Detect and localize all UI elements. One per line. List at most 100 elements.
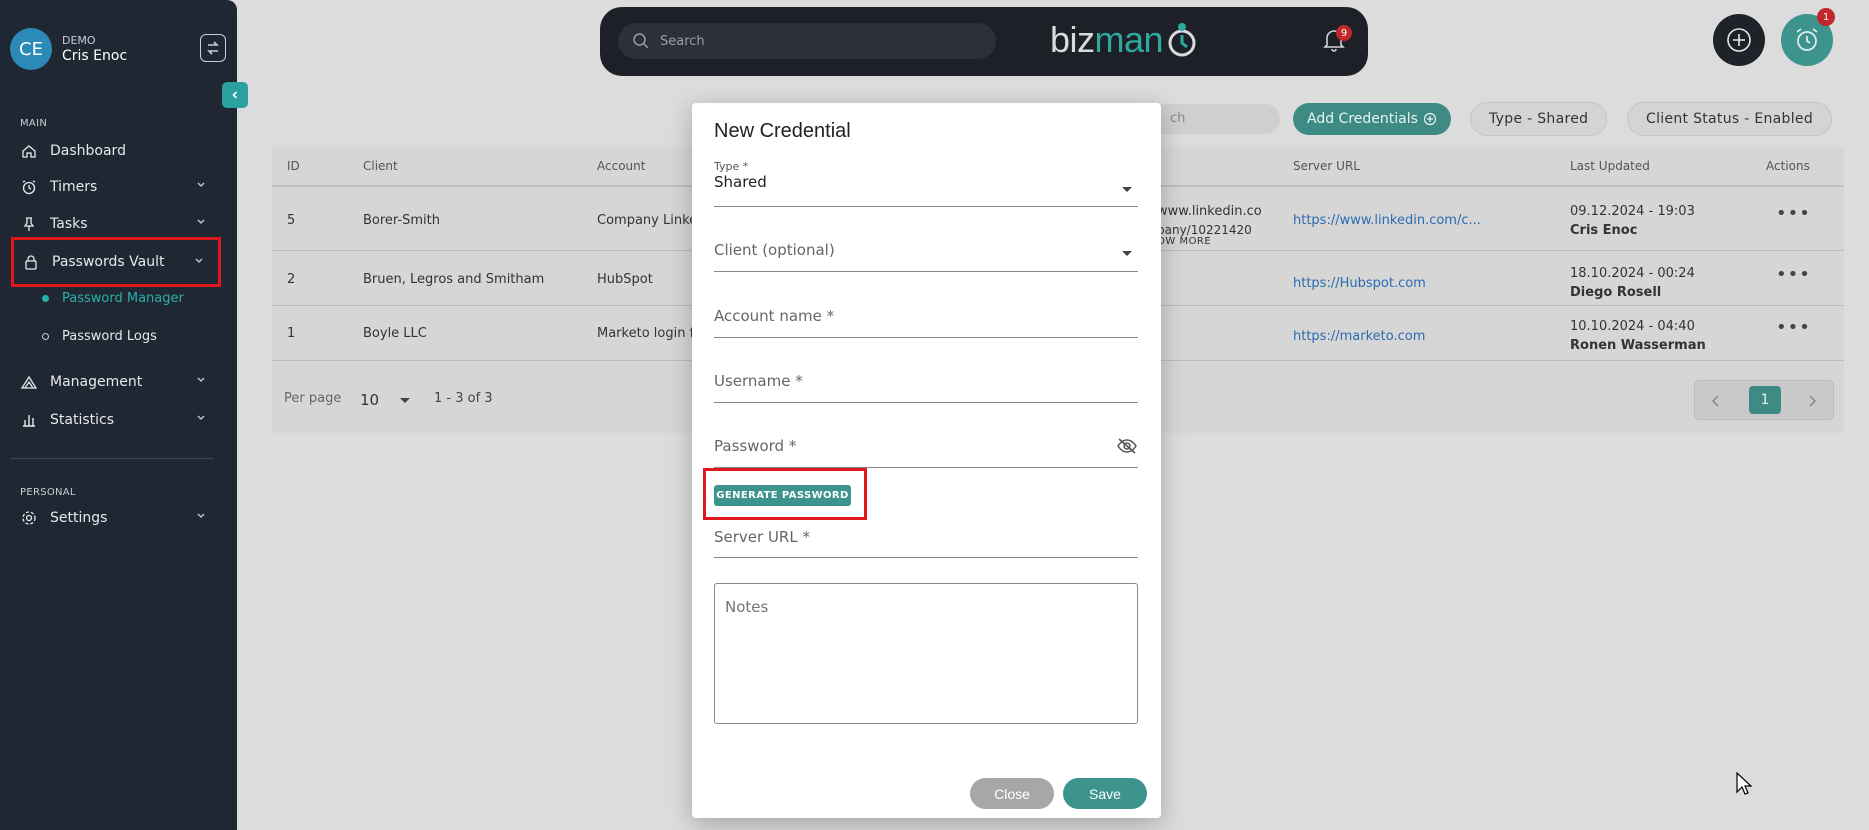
alarm-clock-icon [1796,28,1818,51]
cell-updated-by: Cris Enoc [1570,223,1638,238]
prev-page-icon[interactable] [1711,395,1721,407]
sidebar-item-settings[interactable]: Settings [12,501,220,535]
add-credentials-label: Add Credentials [1307,111,1418,127]
chevron-down-icon [195,258,203,263]
sidebar-item-label: Passwords Vault [52,254,165,270]
gear-icon [20,509,38,527]
password-field[interactable]: Password * [714,437,1138,468]
chevron-down-icon [197,377,205,382]
notes-textarea[interactable] [714,583,1138,724]
section-personal-label: PERSONAL [20,487,76,498]
type-select[interactable]: Type * Shared [714,160,1138,207]
search-icon [633,33,649,49]
type-value: Shared [714,173,767,191]
sidebar-subitem-password-manager[interactable]: Password Manager [42,291,184,306]
row-actions-icon[interactable]: ••• [1776,203,1811,224]
logo-man: man [1094,19,1164,60]
row-actions-icon[interactable]: ••• [1776,317,1811,338]
cell-client: Borer-Smith [363,213,440,228]
sidebar-item-statistics[interactable]: Statistics [12,403,220,437]
avatar[interactable]: CE [10,28,52,70]
account-name-field[interactable]: Account name * [714,307,1138,338]
sidebar-item-label: Dashboard [50,143,126,159]
search-input[interactable] [660,33,960,49]
server-url-field[interactable]: Server URL * [714,528,1138,558]
eye-off-icon[interactable] [1116,437,1138,455]
sidebar-divider [10,458,214,459]
table-search-input[interactable]: ch [1140,104,1280,134]
sidebar-item-tasks[interactable]: Tasks [12,207,220,241]
timer-button[interactable]: 1 [1781,8,1835,66]
cell-date: 10.10.2024 - 04:40 [1570,319,1695,334]
close-button[interactable]: Close [970,778,1054,809]
cell-id: 2 [287,272,296,287]
mouse-cursor-icon [1736,772,1752,795]
cell-account: Marketo login f [597,326,695,341]
cell-server-url[interactable]: https://marketo.com [1293,329,1425,344]
add-button[interactable] [1713,14,1765,66]
collapse-sidebar-button[interactable] [222,82,248,108]
sidebar-item-passwords-vault[interactable]: Passwords Vault [11,237,221,287]
cell-username-line1: www.linkedin.co [1157,204,1262,219]
timer-badge: 1 [1817,8,1835,26]
user-profile[interactable]: CE DEMO Cris Enoc [10,28,127,70]
cell-server-url[interactable]: https://Hubspot.com [1293,276,1426,291]
sidebar-subitem-password-logs[interactable]: Password Logs [42,329,157,344]
sidebar-item-management[interactable]: Management [12,365,220,399]
chevron-left-icon [232,91,238,99]
header-server-url[interactable]: Server URL [1293,159,1360,173]
timer-icon [20,178,38,196]
subitem-label: Password Logs [62,329,157,344]
new-credential-modal: New Credential Type * Shared Client (opt… [692,103,1161,818]
client-status-filter-pill[interactable]: Client Status - Enabled [1627,102,1833,136]
sidebar-item-label: Management [50,374,143,390]
header-client[interactable]: Client [363,159,398,173]
per-page-label: Per page [284,391,342,406]
username-placeholder: Username * [714,372,803,390]
bizman-logo[interactable]: biz man [1050,19,1199,61]
type-label: Type * [714,160,749,173]
notifications-button[interactable]: 9 [1322,25,1352,57]
pagination-range: 1 - 3 of 3 [434,391,493,406]
sidebar-item-timers[interactable]: Timers [12,170,220,204]
modal-title: New Credential [714,120,851,142]
server-url-placeholder: Server URL * [714,528,810,546]
client-select[interactable]: Client (optional) [714,241,1138,272]
user-name: Cris Enoc [62,48,128,64]
header-id[interactable]: ID [287,159,300,173]
save-button[interactable]: Save [1063,778,1147,809]
top-bar: bizman 9 [600,7,1368,76]
pin-icon [20,215,38,233]
cell-account: HubSpot [597,272,653,287]
lock-icon [22,253,40,271]
cell-client: Bruen, Legros and Smitham [363,272,545,287]
header-account[interactable]: Account [597,159,645,173]
show-more-link[interactable]: OW MORE [1157,236,1211,247]
cell-updated-by: Diego Rosell [1570,285,1662,300]
cell-server-url[interactable]: https://www.linkedin.com/c... [1293,213,1481,228]
per-page-select[interactable]: 10 [360,391,379,409]
generate-password-button[interactable]: GENERATE PASSWORD [714,485,851,506]
subitem-label: Password Manager [62,291,184,306]
clock-logo-icon [1168,23,1196,57]
switch-view-button[interactable] [200,34,226,62]
cell-updated-by: Ronen Wasserman [1570,338,1706,353]
sidebar-item-label: Tasks [50,216,88,232]
section-main-label: MAIN [20,118,48,129]
header-last-updated[interactable]: Last Updated [1570,159,1650,173]
add-credentials-button[interactable]: Add Credentials [1293,103,1451,135]
home-icon [20,142,38,160]
active-dot [42,295,49,302]
cell-account: Company Linke [597,213,698,228]
global-search[interactable] [618,23,996,59]
next-page-icon[interactable] [1807,395,1817,407]
cell-username-line2: pany/10221420 [1157,223,1252,237]
row-actions-icon[interactable]: ••• [1776,264,1811,285]
per-page-caret-icon[interactable] [400,398,410,403]
inactive-dot [42,333,49,340]
page-number-button[interactable]: 1 [1749,386,1781,414]
username-field[interactable]: Username * [714,372,1138,403]
type-filter-pill[interactable]: Type - Shared [1470,102,1608,136]
plus-circle-icon [1423,112,1437,126]
sidebar-item-dashboard[interactable]: Dashboard [12,134,220,168]
